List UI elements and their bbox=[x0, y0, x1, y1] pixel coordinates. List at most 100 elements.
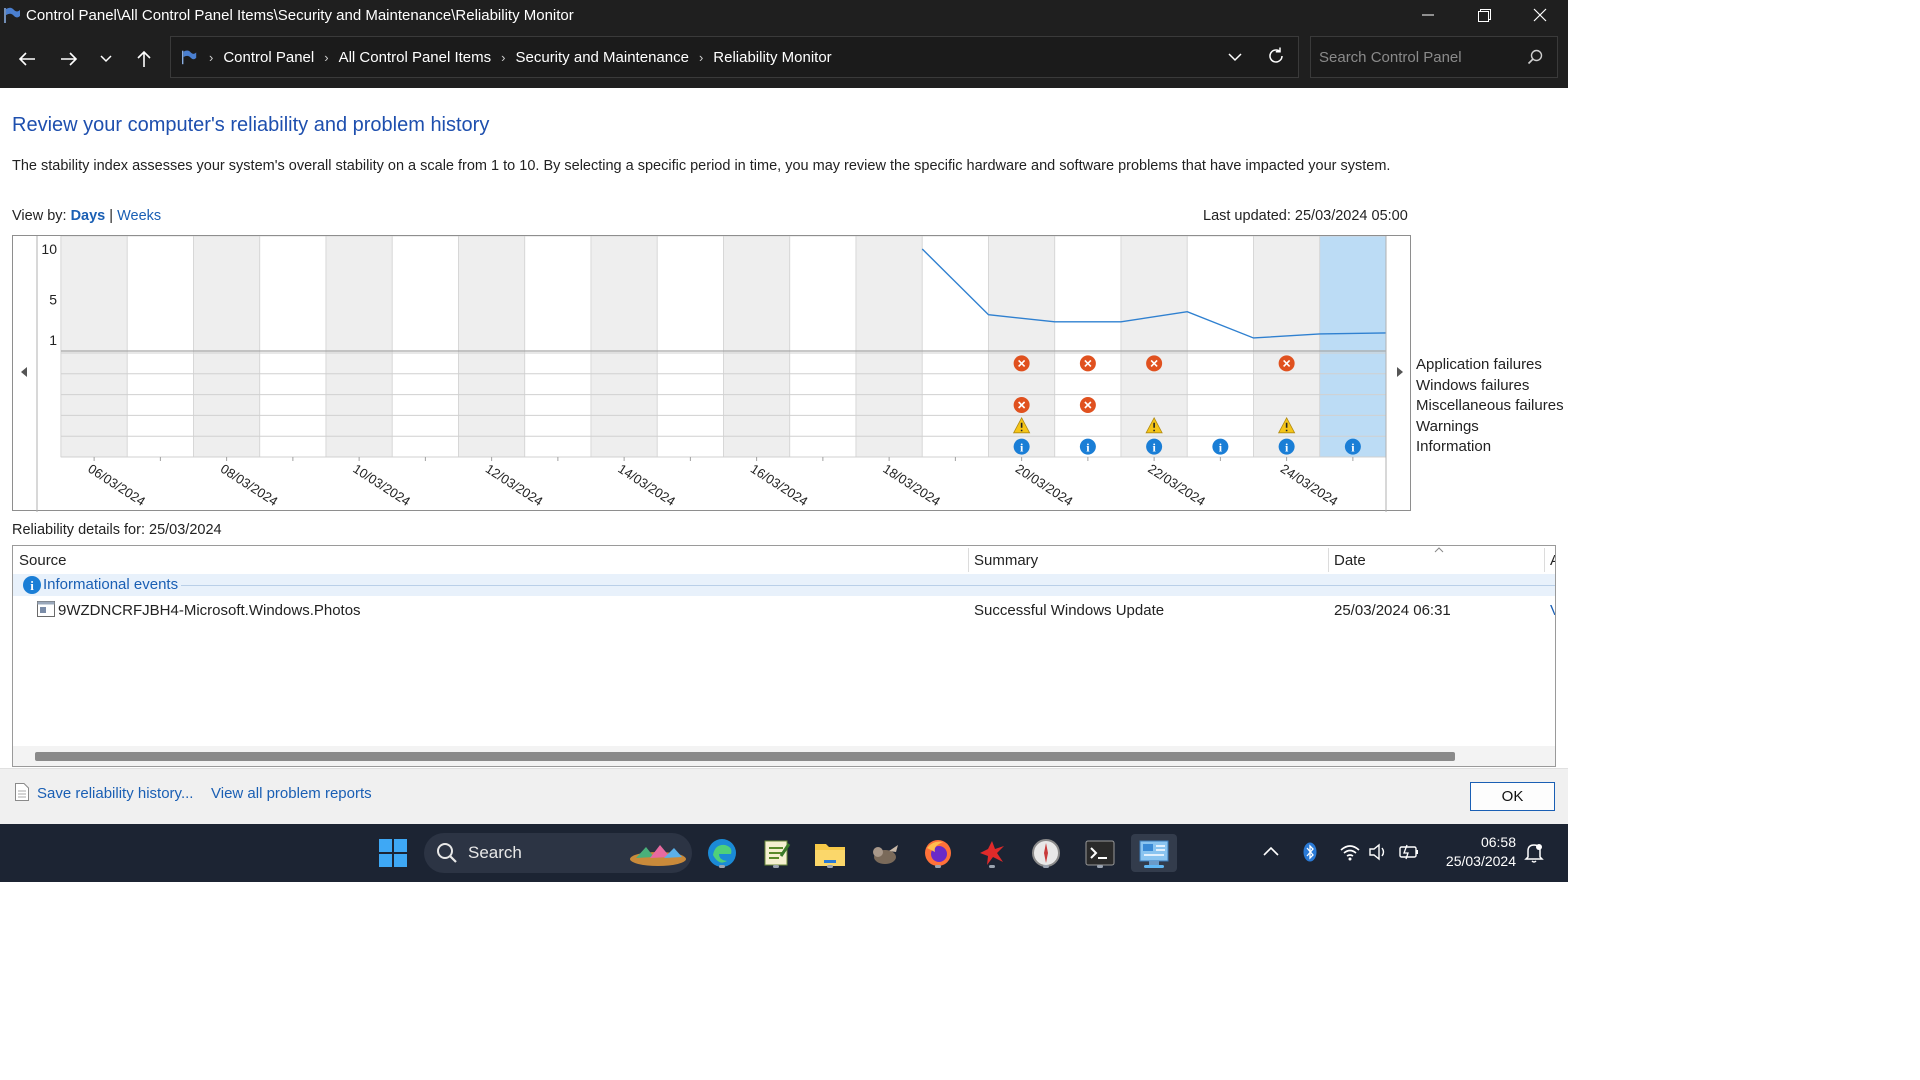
taskbar-clock-app[interactable] bbox=[1027, 834, 1065, 872]
row-action-link[interactable]: V bbox=[1550, 602, 1555, 619]
taskbar-edge[interactable] bbox=[703, 834, 741, 872]
window-title: Control Panel\All Control Panel Items\Se… bbox=[26, 6, 574, 24]
column-divider[interactable] bbox=[1544, 548, 1545, 572]
day-column[interactable] bbox=[391, 236, 459, 458]
view-days-link[interactable]: Days bbox=[71, 208, 106, 224]
x-tick-label: 16/03/2024 bbox=[748, 461, 811, 509]
x-tick-label: 06/03/2024 bbox=[85, 461, 148, 509]
search-box[interactable] bbox=[1310, 36, 1558, 78]
day-column[interactable] bbox=[723, 236, 791, 458]
day-column[interactable] bbox=[1186, 236, 1254, 458]
day-column[interactable] bbox=[259, 236, 327, 458]
application-window-icon bbox=[37, 601, 55, 617]
red-figure-app-icon bbox=[980, 841, 1004, 865]
taskbar-firefox[interactable] bbox=[919, 834, 957, 872]
day-column[interactable] bbox=[656, 236, 724, 458]
page-title: Review your computer's reliability and p… bbox=[12, 114, 490, 136]
search-icon bbox=[437, 843, 457, 863]
notification-bell-icon[interactable] bbox=[1524, 842, 1544, 864]
column-divider[interactable] bbox=[1328, 548, 1329, 572]
breadcrumb-separator-icon: › bbox=[209, 49, 214, 65]
day-column[interactable] bbox=[193, 236, 261, 458]
view-all-problem-reports-link[interactable]: View all problem reports bbox=[211, 785, 372, 802]
battery-charging-icon[interactable] bbox=[1398, 843, 1420, 861]
recent-locations-button[interactable] bbox=[91, 44, 121, 74]
taskbar-search-box[interactable]: Search bbox=[424, 833, 692, 873]
table-row[interactable]: 9WZDNCRFJBH4-Microsoft.Windows.Photos Su… bbox=[13, 600, 1555, 624]
restore-icon bbox=[1477, 8, 1491, 22]
save-reliability-history-link[interactable]: Save reliability history... bbox=[37, 785, 193, 802]
day-column[interactable] bbox=[325, 236, 393, 458]
day-column[interactable] bbox=[458, 236, 526, 458]
control-panel-flag-icon bbox=[4, 7, 20, 23]
taskbar-notepad[interactable] bbox=[757, 834, 795, 872]
horizontal-scrollbar[interactable] bbox=[13, 746, 1555, 766]
search-highlight-icon bbox=[630, 845, 686, 866]
view-weeks-link[interactable]: Weeks bbox=[117, 208, 161, 224]
day-column[interactable] bbox=[1054, 236, 1122, 458]
running-indicator bbox=[827, 865, 833, 868]
restore-button[interactable] bbox=[1456, 0, 1512, 30]
terminal-icon bbox=[1085, 840, 1115, 866]
start-button[interactable] bbox=[374, 834, 412, 872]
day-column[interactable] bbox=[789, 236, 857, 458]
taskbar-terminal[interactable] bbox=[1081, 834, 1119, 872]
scroll-right-arrow-icon[interactable] bbox=[1395, 366, 1405, 378]
volume-icon[interactable] bbox=[1368, 843, 1388, 861]
information-icon: i bbox=[23, 576, 41, 594]
ok-button[interactable]: OK bbox=[1470, 782, 1555, 811]
breadcrumb-reliability-monitor[interactable]: Reliability Monitor bbox=[713, 49, 831, 66]
bluetooth-icon[interactable] bbox=[1303, 842, 1317, 862]
forward-button[interactable] bbox=[54, 44, 84, 74]
svg-text:i: i bbox=[30, 578, 34, 593]
search-input[interactable] bbox=[1311, 47, 1521, 67]
day-column[interactable] bbox=[1319, 236, 1387, 458]
reliability-chart-svg[interactable]: 1051i i i i i i06/03/2024 08/03/2024 10/03/2024… bbox=[13, 236, 1412, 512]
taskbar-red-app[interactable] bbox=[973, 834, 1011, 872]
back-button[interactable] bbox=[12, 44, 42, 74]
minimize-icon bbox=[1422, 14, 1434, 16]
column-header-action[interactable]: A bbox=[1550, 552, 1555, 569]
document-icon bbox=[15, 783, 29, 801]
breadcrumb-control-panel[interactable]: Control Panel bbox=[223, 49, 314, 66]
day-column[interactable] bbox=[855, 236, 923, 458]
day-column[interactable] bbox=[126, 236, 194, 458]
taskbar-clock[interactable]: 06:58 25/03/2024 bbox=[1432, 833, 1516, 871]
column-header-source[interactable]: Source bbox=[19, 552, 67, 569]
wifi-icon[interactable] bbox=[1339, 843, 1361, 861]
scrollbar-thumb[interactable] bbox=[35, 752, 1455, 761]
up-button[interactable] bbox=[129, 44, 159, 74]
day-column[interactable] bbox=[921, 236, 989, 458]
reliability-chart[interactable]: 10 5 1 i i i i i i 06/03/2024 08/03/2024 10/03/2024… bbox=[12, 235, 1412, 512]
column-divider[interactable] bbox=[968, 548, 969, 572]
refresh-icon[interactable] bbox=[1266, 46, 1286, 66]
show-hidden-icons-chevron-icon[interactable] bbox=[1263, 846, 1279, 856]
day-column[interactable] bbox=[590, 236, 658, 458]
legend-windows-failures: Windows failures bbox=[1416, 376, 1530, 394]
column-header-date[interactable]: Date bbox=[1334, 552, 1366, 569]
breadcrumb-all-items[interactable]: All Control Panel Items bbox=[339, 49, 492, 66]
day-column[interactable] bbox=[60, 236, 128, 458]
column-header-summary[interactable]: Summary bbox=[974, 552, 1038, 569]
breadcrumb-security-maintenance[interactable]: Security and Maintenance bbox=[516, 49, 689, 66]
view-by-selector: View by: Days | Weeks bbox=[12, 208, 161, 224]
x-tick-label: 12/03/2024 bbox=[483, 461, 546, 509]
taskbar-file-explorer[interactable] bbox=[811, 834, 849, 872]
x-tick-label: 24/03/2024 bbox=[1278, 461, 1341, 509]
taskbar-gimp[interactable] bbox=[865, 834, 903, 872]
address-bar[interactable]: › Control Panel › All Control Panel Item… bbox=[170, 36, 1299, 78]
day-column[interactable] bbox=[524, 236, 592, 458]
arrow-right-icon bbox=[61, 52, 78, 66]
close-icon bbox=[1533, 8, 1547, 22]
minimize-button[interactable] bbox=[1400, 0, 1456, 30]
address-dropdown-chevron-icon[interactable] bbox=[1228, 47, 1242, 67]
view-by-label: View by: bbox=[12, 208, 67, 224]
taskbar-control-panel[interactable] bbox=[1131, 834, 1177, 872]
close-button[interactable] bbox=[1512, 0, 1568, 30]
edge-browser-icon bbox=[708, 839, 736, 867]
search-icon bbox=[1527, 49, 1543, 65]
running-indicator bbox=[989, 865, 995, 868]
notepad-app-icon bbox=[764, 840, 791, 866]
group-divider bbox=[181, 585, 1555, 586]
group-informational-events[interactable]: i Informational events bbox=[13, 574, 1555, 596]
